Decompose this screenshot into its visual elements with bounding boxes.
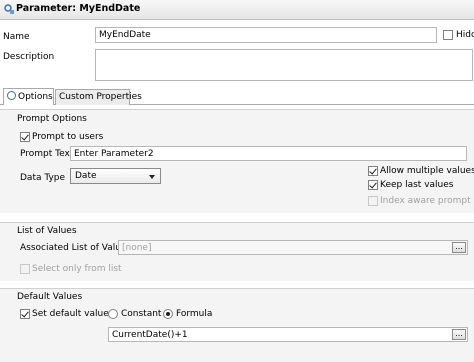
name-label: Name (3, 32, 30, 42)
data-type-select[interactable]: Date (70, 168, 161, 184)
window-title-bar: Parameter: MyEndDate (0, 0, 474, 20)
formula-radio[interactable] (163, 309, 173, 319)
select-only-checkbox[interactable] (20, 264, 30, 274)
formula-input[interactable]: CurrentDate()+1 (108, 327, 468, 342)
name-input[interactable]: MyEndDate (95, 27, 437, 43)
set-default-label: Set default values (32, 309, 114, 319)
data-type-value: Date (75, 171, 97, 181)
constant-radio[interactable] (108, 309, 118, 319)
tab-custom-properties[interactable]: Custom Properties (55, 89, 142, 105)
prompt-text-label: Prompt Text (20, 149, 74, 159)
description-input[interactable] (95, 49, 473, 81)
hidden-checkbox[interactable] (443, 30, 453, 40)
associated-lov-input[interactable]: [none] (118, 240, 468, 255)
allow-multiple-label: Allow multiple values (380, 166, 474, 176)
data-type-label: Data Type (20, 173, 66, 183)
prompt-options-title: Prompt Options (17, 114, 87, 124)
select-only-label: Select only from list (32, 264, 122, 274)
chevron-down-icon (149, 175, 155, 179)
associated-lov-label: Associated List of Values (20, 243, 132, 253)
description-label: Description (3, 52, 55, 62)
default-values-title: Default Values (17, 292, 83, 302)
set-default-checkbox[interactable] (20, 309, 30, 319)
options-tab-icon (7, 91, 16, 100)
tab-options[interactable]: Options (3, 88, 54, 105)
tab-options-label: Options (18, 92, 53, 102)
keep-last-label: Keep last values (380, 180, 454, 190)
prompt-to-users-label: Prompt to users (32, 132, 104, 142)
constant-label: Constant (121, 309, 162, 319)
index-aware-checkbox[interactable] (368, 196, 378, 206)
prompt-text-input[interactable]: Enter Parameter2 (70, 146, 467, 161)
index-aware-label: Index aware prompt (380, 196, 471, 206)
window-title: Parameter: MyEndDate (16, 3, 141, 14)
formula-browse-button[interactable]: ... (452, 329, 466, 340)
list-of-values-title: List of Values (17, 226, 77, 236)
parameter-icon (4, 4, 14, 14)
prompt-to-users-checkbox[interactable] (20, 132, 30, 142)
keep-last-checkbox[interactable] (368, 180, 378, 190)
associated-lov-browse-button[interactable]: ... (452, 242, 466, 253)
allow-multiple-checkbox[interactable] (368, 166, 378, 176)
hidden-label: Hidd (456, 30, 474, 40)
formula-label: Formula (176, 309, 213, 319)
associated-lov-placeholder: [none] (122, 243, 152, 253)
